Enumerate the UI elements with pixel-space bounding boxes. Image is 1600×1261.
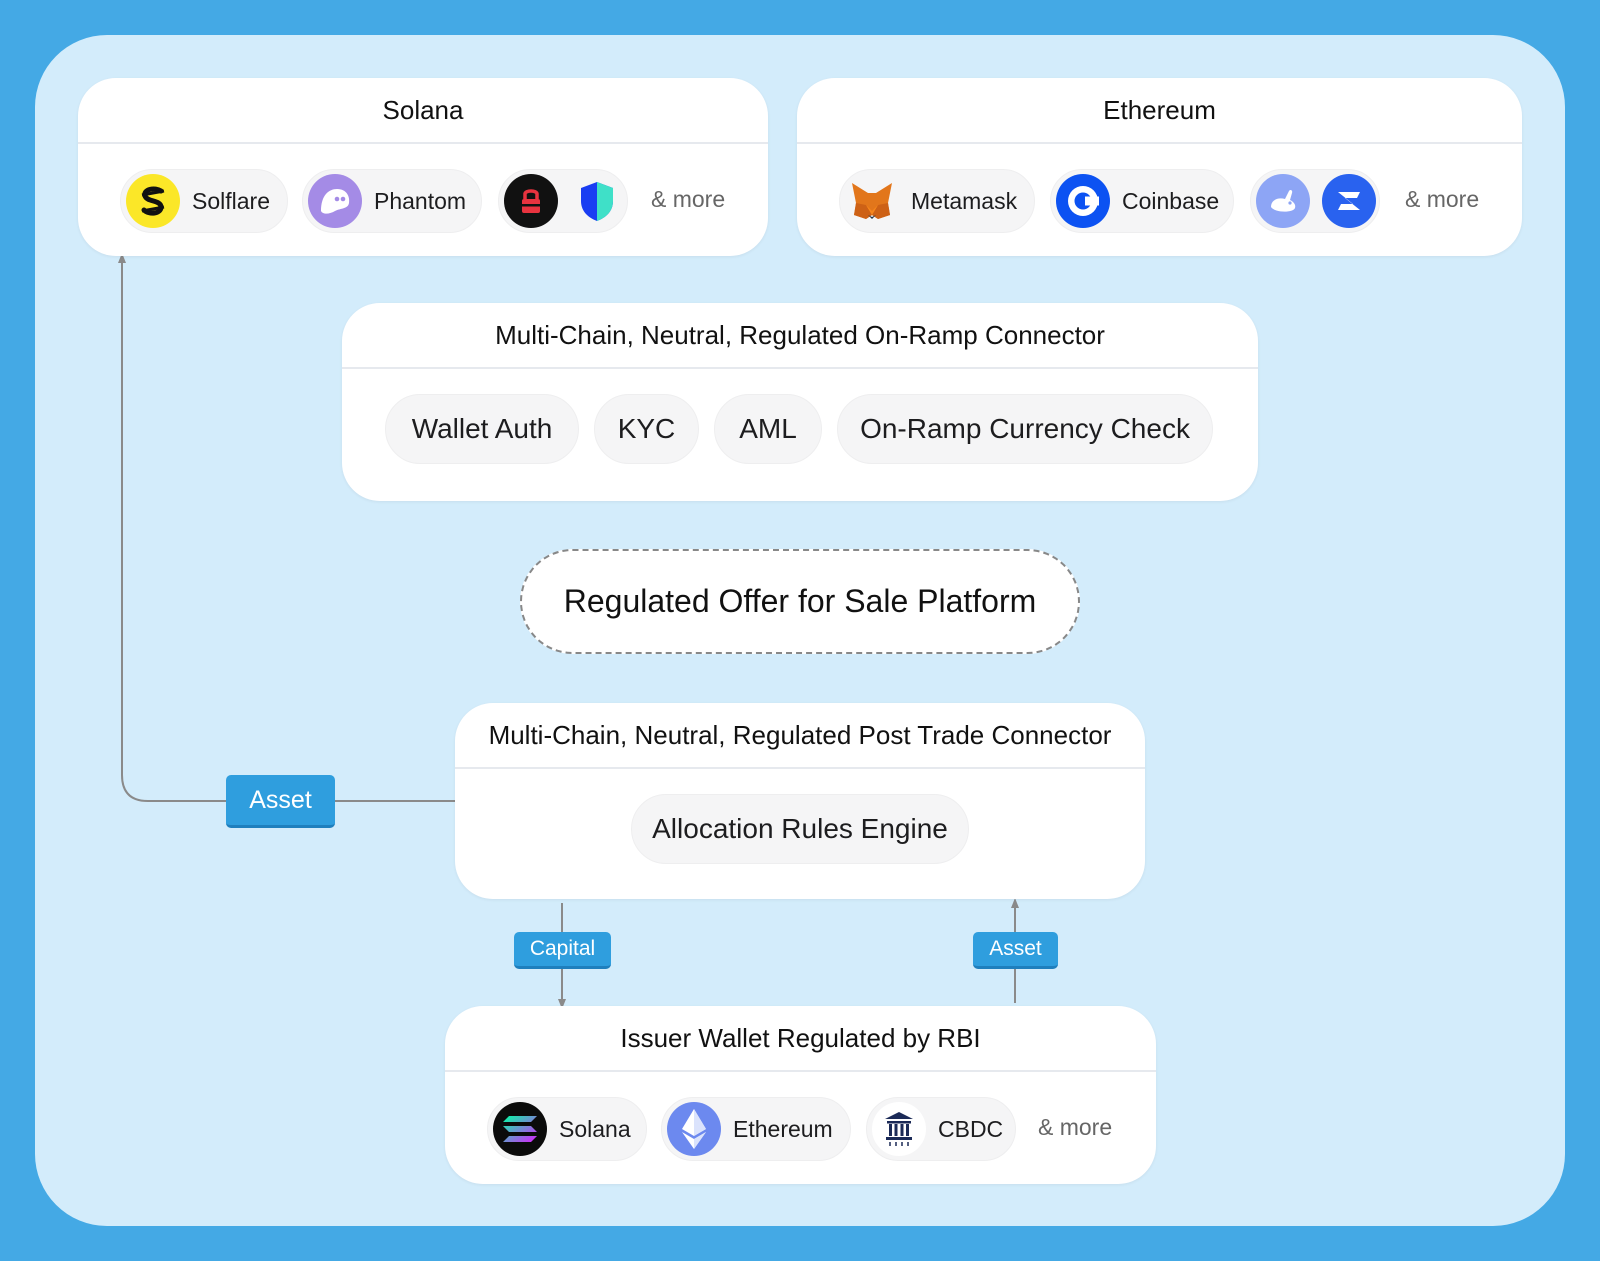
- solflare-icon: [126, 174, 180, 228]
- onramp-item-wallet-auth[interactable]: Wallet Auth: [385, 394, 579, 464]
- more-label: & more: [651, 186, 726, 212]
- chain-pill-cbdc[interactable]: CBDC: [866, 1097, 1016, 1161]
- ethereum-wallets-card: Ethereum Metamask Coinbase & more: [797, 78, 1522, 256]
- more-label: & more: [1405, 186, 1480, 212]
- chain-label: Solana: [559, 1115, 631, 1142]
- asset-flow-tag-right: Asset: [973, 932, 1058, 969]
- wallet-pill-extra[interactable]: [1250, 169, 1380, 233]
- card-title: Ethereum: [797, 78, 1522, 144]
- chain-pill-solana[interactable]: Solana: [487, 1097, 647, 1161]
- chain-label: CBDC: [938, 1115, 1004, 1142]
- card-title: Multi-Chain, Neutral, Regulated On-Ramp …: [342, 303, 1258, 369]
- lock-icon: [504, 174, 558, 228]
- chain-label: Ethereum: [733, 1115, 833, 1142]
- wallet-label: Solflare: [192, 187, 270, 214]
- wallet-pill-metamask[interactable]: Metamask: [839, 169, 1035, 233]
- allocation-rules-engine[interactable]: Allocation Rules Engine: [631, 794, 969, 864]
- shield-icon: [570, 174, 624, 228]
- cbdc-bank-icon: [872, 1102, 926, 1156]
- issuer-wallet-card: Issuer Wallet Regulated by RBI Solana Et…: [445, 1006, 1156, 1184]
- wallet-label: Coinbase: [1122, 187, 1220, 214]
- wallet-pill-solflare[interactable]: Solflare: [120, 169, 288, 233]
- chain-pill-ethereum[interactable]: Ethereum: [661, 1097, 851, 1161]
- zerion-icon: [1322, 174, 1376, 228]
- rabbit-icon: [1256, 174, 1310, 228]
- onramp-item-currency-check[interactable]: On-Ramp Currency Check: [837, 394, 1213, 464]
- card-title: Issuer Wallet Regulated by RBI: [445, 1006, 1156, 1072]
- post-trade-connector-card: Multi-Chain, Neutral, Regulated Post Tra…: [455, 703, 1145, 899]
- more-label: & more: [1038, 1114, 1113, 1140]
- card-title: Multi-Chain, Neutral, Regulated Post Tra…: [455, 703, 1145, 769]
- ethereum-icon: [667, 1102, 721, 1156]
- coinbase-icon: [1056, 174, 1110, 228]
- phantom-icon: [308, 174, 362, 228]
- offer-for-sale-platform[interactable]: Regulated Offer for Sale Platform: [520, 549, 1080, 654]
- card-title: Solana: [78, 78, 768, 144]
- onramp-item-kyc[interactable]: KYC: [594, 394, 699, 464]
- capital-flow-tag: Capital: [514, 932, 611, 969]
- wallet-pill-extra[interactable]: [498, 169, 628, 233]
- metamask-fox-icon: [845, 174, 899, 228]
- wallet-pill-phantom[interactable]: Phantom: [302, 169, 482, 233]
- solana-icon: [493, 1102, 547, 1156]
- wallet-label: Metamask: [911, 187, 1018, 214]
- onramp-connector-card: Multi-Chain, Neutral, Regulated On-Ramp …: [342, 303, 1258, 501]
- onramp-item-aml[interactable]: AML: [714, 394, 822, 464]
- asset-flow-tag-left: Asset: [226, 775, 335, 828]
- wallet-pill-coinbase[interactable]: Coinbase: [1050, 169, 1234, 233]
- wallet-label: Phantom: [374, 187, 467, 214]
- solana-wallets-card: Solana Solflare Phantom & more: [78, 78, 768, 256]
